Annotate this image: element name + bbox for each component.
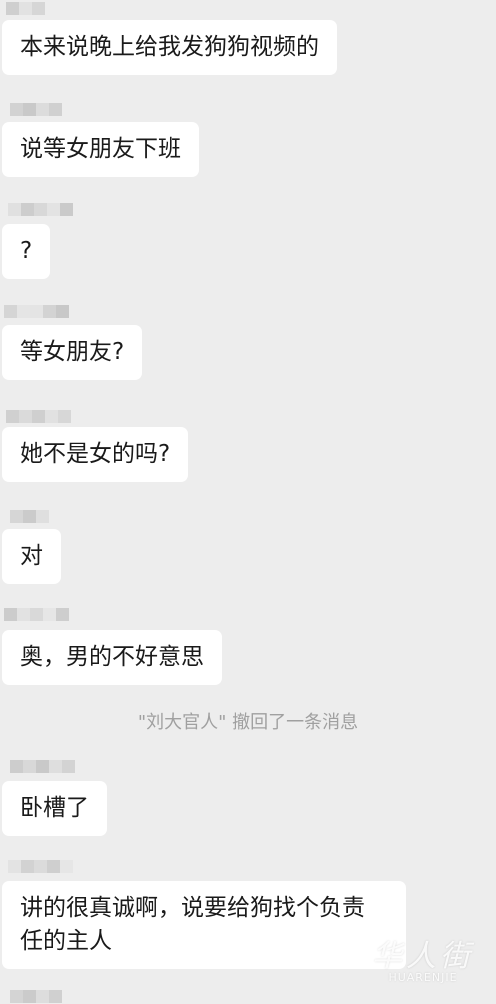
sender-name-blurred: [8, 203, 73, 217]
watermark-main-text: 华人街: [372, 939, 474, 974]
sender-name-blurred: [10, 103, 62, 117]
sender-name-blurred: [6, 2, 45, 16]
sender-name-blurred: [4, 305, 69, 319]
message-bubble[interactable]: ?: [2, 224, 51, 279]
message-bubble[interactable]: 说等女朋友下班: [2, 122, 199, 177]
message-bubble[interactable]: 对: [2, 529, 61, 584]
message-bubble[interactable]: 本来说晚上给我发狗狗视频的: [2, 20, 337, 75]
message-bubble[interactable]: 等女朋友?: [2, 325, 143, 380]
sender-name-blurred: [10, 990, 62, 1004]
sender-name-blurred: [10, 510, 49, 524]
message-bubble[interactable]: 奥，男的不好意思: [2, 630, 222, 685]
message-bubble[interactable]: 卧槽了: [2, 781, 107, 836]
watermark-logo: 华人街 HUARENJIE: [372, 931, 474, 984]
message-bubble[interactable]: 她不是女的吗?: [2, 427, 189, 482]
sender-name-blurred: [4, 608, 69, 622]
recall-notice: "刘大官人" 撤回了一条消息: [137, 712, 359, 733]
message-bubble[interactable]: 讲的很真诚啊，说要给狗找个负责 任的主人: [2, 881, 406, 969]
sender-name-blurred: [6, 410, 71, 424]
sender-name-blurred: [8, 860, 73, 874]
sender-name-blurred: [10, 760, 75, 774]
